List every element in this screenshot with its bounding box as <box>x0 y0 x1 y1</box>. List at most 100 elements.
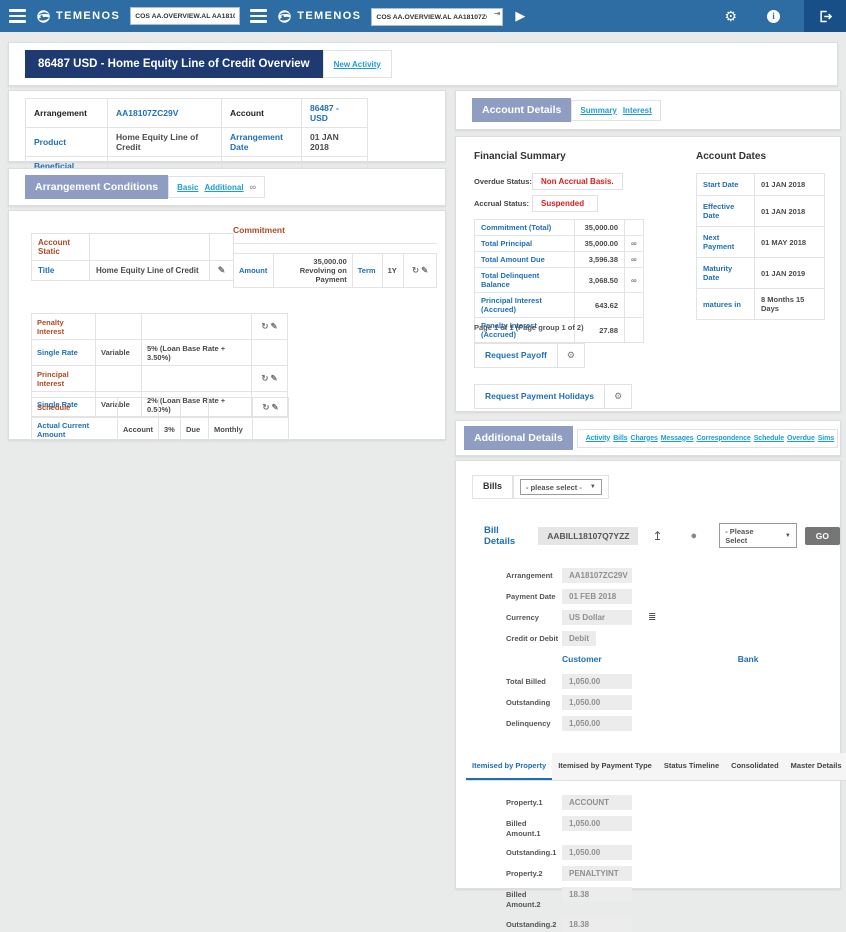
tab-itemised-by-property[interactable]: Itemised by Property <box>466 753 552 780</box>
page-title: 86487 USD - Home Equity Line of Credit O… <box>25 50 323 78</box>
bills-select[interactable]: - please select - ▼ <box>520 479 602 495</box>
fin-label: Total Delinquent Balance <box>475 268 575 293</box>
field-row: Property.2 PENALTYINT <box>506 866 840 881</box>
commitment-block: Commitment Amount 35,000.00 Revolving on… <box>233 225 437 288</box>
view-details-icon[interactable]: ∞ <box>625 236 644 252</box>
edit-pencil-icon[interactable]: ✎ <box>271 321 278 331</box>
additional-link[interactable]: Additional <box>204 183 243 192</box>
holidays-gear-icon[interactable]: ⚙ <box>605 384 632 409</box>
new-activity-link[interactable]: New Activity <box>323 50 392 78</box>
field-row: Credit or Debit Debit <box>506 631 840 646</box>
field-row: Payment Date 01 FEB 2018 <box>506 589 840 604</box>
customer-column-link[interactable]: Customer <box>562 654 602 664</box>
tab-consolidated[interactable]: Consolidated <box>725 753 785 780</box>
correspondence-link[interactable]: Correspondence <box>696 435 750 442</box>
rollover-refresh-icon[interactable]: ↻ <box>262 402 269 412</box>
table-row: Principal Interest ↻ ✎ <box>32 366 288 392</box>
table-row: Single Rate Variable 5% (Loan Base Rate … <box>32 340 288 366</box>
basic-link[interactable]: Basic <box>177 183 198 192</box>
table-row: Amount 35,000.00 Revolving on Payment Te… <box>234 254 437 288</box>
command-line-input-2[interactable] <box>371 8 503 26</box>
sims-link[interactable]: Sims <box>818 435 834 442</box>
temenos-logo-2: TEMENOS <box>277 9 361 24</box>
request-payoff-label[interactable]: Request Payoff <box>474 343 558 368</box>
term-value: 1Y <box>382 254 404 288</box>
messages-link[interactable]: Messages <box>661 435 694 442</box>
settings-gear-icon[interactable]: ⚙ <box>724 8 737 25</box>
arrangement-date-label: Arrangement Date <box>222 128 302 157</box>
bill-action-select[interactable]: - Please Select ▼ <box>719 523 797 548</box>
schedule-table: Schedule ↻ ✎ Actual Current Amount Accou… <box>31 397 289 443</box>
conditions-detail-card: Account Static Title Home Equity Line of… <box>8 210 446 440</box>
field-label: Property.2 <box>506 866 562 879</box>
upload-icon[interactable]: ↥ <box>652 529 662 543</box>
tab-itemised-by-payment-type[interactable]: Itemised by Payment Type <box>552 753 658 780</box>
field-label: Outstanding <box>506 695 562 708</box>
accrual-status-value: Suspended <box>532 195 598 212</box>
record-circle-icon[interactable]: ● <box>691 530 698 542</box>
bills-link[interactable]: Bills <box>613 435 627 442</box>
request-payoff-button[interactable]: Request Payoff ⚙ <box>474 343 585 368</box>
globe-icon <box>36 9 51 24</box>
table-row: Title Home Equity Line of Credit ✎ <box>32 261 234 281</box>
empty-cell <box>159 398 181 417</box>
view-details-icon[interactable]: ∞ <box>625 268 644 293</box>
rollover-refresh-icon[interactable]: ↻ <box>261 373 268 383</box>
schedule-header: Schedule <box>32 398 118 417</box>
logout-button[interactable] <box>804 0 846 32</box>
view-more-icon[interactable]: ∞ <box>250 182 256 192</box>
payoff-gear-icon[interactable]: ⚙ <box>558 343 585 368</box>
edit-pencil-icon[interactable]: ✎ <box>272 402 279 412</box>
charges-link[interactable]: Charges <box>630 435 657 442</box>
summary-link[interactable]: Summary <box>580 106 616 115</box>
field-row: Outstanding.1 1,050.00 <box>506 845 840 860</box>
empty-cell <box>209 398 253 417</box>
command-launch-icon[interactable]: ⇥ <box>494 9 501 18</box>
interest-link[interactable]: Interest <box>623 106 652 115</box>
menu-hamburger-icon-2[interactable] <box>250 9 267 23</box>
account-static-header: Account Static <box>32 234 90 261</box>
view-details-icon[interactable]: ∞ <box>625 252 644 268</box>
run-command-icon[interactable]: ▶ <box>515 8 525 24</box>
field-value: 1,050.00 <box>562 695 632 710</box>
bills-select-value: - please select - <box>526 483 582 492</box>
info-icon[interactable]: i <box>767 10 780 23</box>
bank-column-link[interactable]: Bank <box>738 654 759 664</box>
overdue-link[interactable]: Overdue <box>787 435 815 442</box>
date-label: Effective Date <box>697 196 755 227</box>
rollover-refresh-icon[interactable]: ↻ <box>412 265 419 275</box>
activity-link[interactable]: Activity <box>586 435 611 442</box>
account-dates-table: Start Date 01 JAN 2018 Effective Date 01… <box>696 173 825 320</box>
field-label: Credit or Debit <box>506 631 562 644</box>
overdue-status-row: Overdue Status: Non Accrual Basis. <box>474 173 623 190</box>
request-payment-holidays-button[interactable]: Request Payment Holidays ⚙ <box>474 384 632 409</box>
request-payment-holidays-label[interactable]: Request Payment Holidays <box>474 384 605 409</box>
arrangement-id-link[interactable]: AA18107ZC29V <box>108 99 222 128</box>
empty-cell <box>118 398 159 417</box>
account-id-link[interactable]: 86487 - USD <box>302 99 368 128</box>
empty-cell <box>253 417 289 443</box>
command-line-input-1[interactable] <box>130 7 240 25</box>
table-row: Total Principal 35,000.00 ∞ <box>475 236 644 252</box>
empty-cell <box>90 234 210 261</box>
bills-select-cell: - please select - ▼ <box>513 475 609 499</box>
menu-hamburger-icon[interactable] <box>9 9 26 23</box>
go-button[interactable]: GO <box>805 527 840 545</box>
tab-status-timeline[interactable]: Status Timeline <box>658 753 725 780</box>
table-row: Start Date 01 JAN 2018 <box>697 174 825 196</box>
currency-list-icon[interactable]: ≣ <box>648 610 656 623</box>
rollover-refresh-icon[interactable]: ↻ <box>261 321 268 331</box>
edit-pencil-icon[interactable]: ✎ <box>421 265 428 275</box>
payment-orders-link[interactable]: Payment Orders <box>837 435 838 442</box>
field-label: Arrangement <box>506 568 562 581</box>
bills-card: Bills - please select - ▼ Bill Details A… <box>455 460 841 889</box>
bill-fields: Arrangement AA18107ZC29V Payment Date 01… <box>506 568 840 646</box>
field-value: AA18107ZC29V <box>562 568 632 583</box>
edit-pencil-icon[interactable]: ✎ <box>210 261 234 281</box>
schedule-link[interactable]: Schedule <box>754 435 784 442</box>
arrangement-info-card: Arrangement AA18107ZC29V Account 86487 -… <box>8 90 446 162</box>
tab-master-details[interactable]: Master Details <box>785 753 846 780</box>
table-row: Penalty Interest ↻ ✎ <box>32 314 288 340</box>
edit-pencil-icon[interactable]: ✎ <box>271 373 278 383</box>
itemised-fields: Property.1 ACCOUNT Billed Amount.1 1,050… <box>506 795 840 932</box>
